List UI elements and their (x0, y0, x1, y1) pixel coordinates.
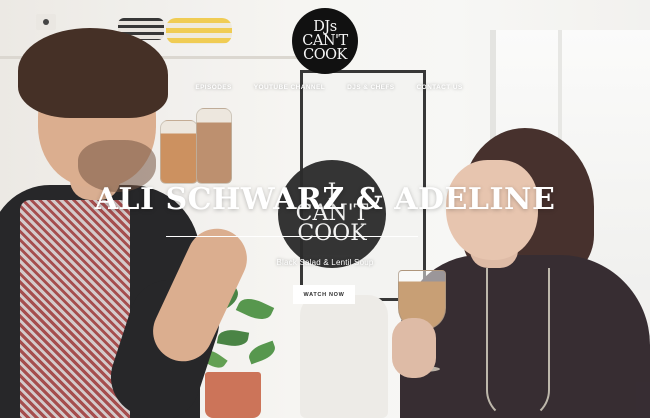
hero-section: I CAN'T COOK DJs CAN'T COOK EPISODES YOUTU… (0, 0, 650, 418)
hero-subtitle: Black Salad & Lentil Soup (276, 258, 374, 267)
nav-item-episodes[interactable]: EPISODES (195, 84, 231, 91)
watch-now-button[interactable]: WATCH NOW (293, 285, 355, 304)
hero-title: ALI SCHWARZ & ADELINE (94, 182, 556, 217)
nav-item-youtube-channel[interactable]: YOUTUBE CHANNEL (254, 84, 325, 91)
logo-line-1: DJs (313, 19, 337, 35)
logo-line-3: COOK (303, 47, 347, 63)
nav-item-contact-us[interactable]: CONTACT US (417, 84, 463, 91)
main-nav: EPISODES YOUTUBE CHANNEL DJS & CHEFS CON… (0, 84, 650, 91)
logo-line-2: CAN'T (302, 33, 348, 49)
nav-item-djs-chefs[interactable]: DJS & CHEFS (347, 84, 394, 91)
site-logo[interactable]: DJs CAN'T COOK (292, 8, 358, 74)
title-divider (166, 236, 418, 237)
